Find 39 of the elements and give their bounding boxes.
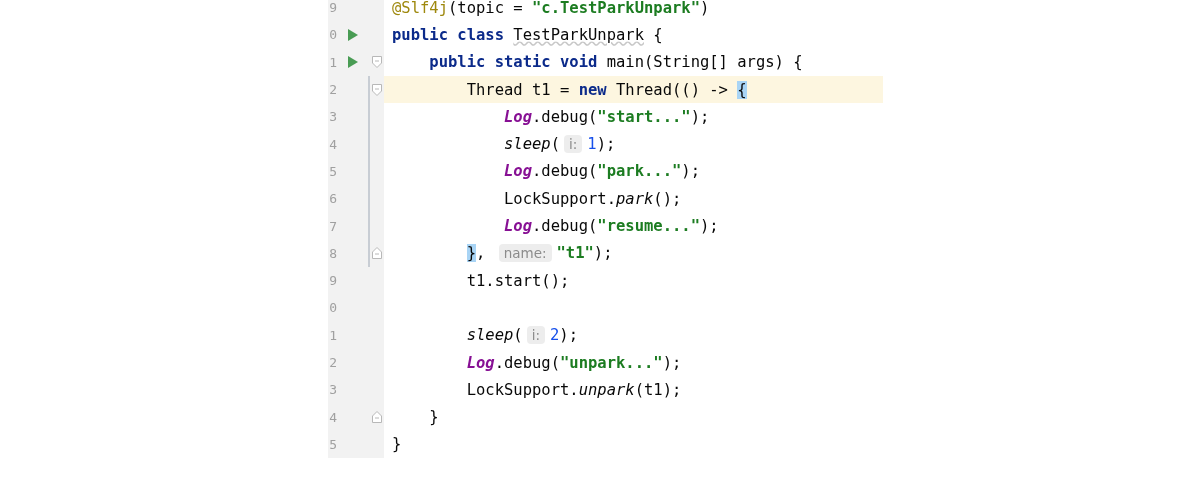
line-number: 0 bbox=[328, 27, 337, 43]
code-line: public class TestParkUnpark { bbox=[392, 25, 663, 44]
code-line: } bbox=[428, 408, 439, 427]
line-number: 3 bbox=[328, 109, 337, 125]
code-line: @Slf4j(topic = "c.TestParkUnpark") bbox=[392, 0, 710, 17]
code-line: LockSupport.park(); bbox=[502, 189, 682, 208]
line-number: 5 bbox=[328, 436, 337, 452]
code-line: public static void main(String[] args) { bbox=[428, 53, 803, 72]
code-line: LockSupport.unpark(t1); bbox=[465, 380, 682, 399]
line-number: 1 bbox=[328, 327, 337, 343]
line-number: 9 bbox=[328, 0, 337, 16]
line-number: 0 bbox=[328, 300, 337, 316]
line-number: 7 bbox=[328, 218, 337, 234]
fold-icon[interactable] bbox=[372, 56, 382, 69]
line-number: 3 bbox=[328, 382, 337, 398]
line-number: 5 bbox=[328, 163, 337, 179]
line-number: 4 bbox=[328, 136, 337, 152]
code-line: Log.debug("start..."); bbox=[503, 107, 710, 126]
code-line: Thread t1 = new Thread(() -> { bbox=[465, 80, 747, 99]
code-line: Log.debug("park..."); bbox=[503, 162, 700, 181]
line-number: 1 bbox=[328, 54, 337, 70]
code-line: }, name: "t1"); bbox=[465, 244, 613, 263]
code-line: sleep( i: 1); bbox=[503, 135, 616, 154]
line-number: 4 bbox=[328, 409, 337, 425]
run-icon[interactable] bbox=[348, 28, 358, 41]
run-icon[interactable] bbox=[348, 56, 358, 69]
fold-icon[interactable] bbox=[372, 411, 382, 424]
line-number: 8 bbox=[328, 245, 337, 261]
fold-icon[interactable] bbox=[372, 247, 382, 260]
line-number: 2 bbox=[328, 82, 337, 98]
fold-icon[interactable] bbox=[372, 83, 382, 96]
code-line: Log.debug("unpark..."); bbox=[465, 353, 682, 372]
code-line: } bbox=[392, 435, 402, 454]
code-line: sleep( i: 2); bbox=[465, 326, 578, 345]
code-line: Log.debug("resume..."); bbox=[503, 217, 719, 235]
code-line: t1.start(); bbox=[465, 271, 570, 290]
line-number: 9 bbox=[328, 273, 337, 289]
line-number: 6 bbox=[328, 191, 337, 207]
line-number: 2 bbox=[328, 355, 337, 370]
